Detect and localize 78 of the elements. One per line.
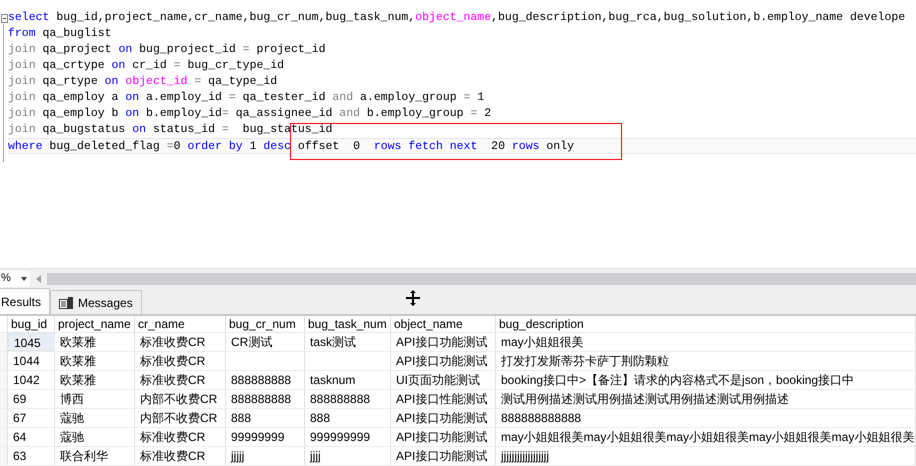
table-cell: 标准收费CR xyxy=(135,352,226,370)
row-header[interactable] xyxy=(0,390,8,408)
column-header[interactable]: bug_description xyxy=(496,316,916,332)
table-cell: 欧莱雅 xyxy=(55,333,135,351)
table-cell: may小姐姐很美may小姐姐很美may小姐姐很美may小姐姐很美may小姐姐很美 xyxy=(496,428,916,446)
message-icon xyxy=(59,296,74,308)
caret-icon xyxy=(21,276,27,280)
table-cell: 1044 xyxy=(8,352,55,370)
results-tab[interactable]: Results xyxy=(0,288,50,314)
table-cell: 99999999 xyxy=(226,428,305,446)
table-cell: API接口功能测试 xyxy=(391,447,496,465)
table-cell: booking接口中>【备注】请求的内容格式不是json，booking接口中 xyxy=(496,371,916,389)
table-cell: 蔻驰 xyxy=(55,409,135,427)
code-line: select bug_id,project_name,cr_name,bug_cr_num,bug_task_num,object_name,bug_description,bug_rca,bug_solution,b.employ_name develope xyxy=(8,10,906,26)
table-cell: 标准收费CR xyxy=(135,371,226,389)
table-cell: CR测试 xyxy=(226,333,305,351)
table-cell: jjjj xyxy=(305,447,391,465)
collapse-icon[interactable] xyxy=(1,14,8,23)
table-cell: API接口功能测试 xyxy=(391,333,496,351)
table-cell: 1042 xyxy=(8,371,55,389)
table-cell: 蔻驰 xyxy=(55,428,135,446)
code-line: join qa_employ b on b.employ_id= qa_assignee_id and b.employ_group = 2 xyxy=(8,106,492,122)
row-header[interactable] xyxy=(0,428,8,446)
table-cell: API接口性能测试 xyxy=(391,390,496,408)
code-line: join qa_employ a on a.employ_id = qa_tester_id and a.employ_group = 1 xyxy=(8,90,486,106)
table-cell: 标准收费CR xyxy=(135,447,226,465)
code-line: join qa_project on bug_project_id = project_id xyxy=(8,42,326,58)
code-line: join qa_rtype on object_id = qa_type_id xyxy=(8,74,278,90)
row-header[interactable] xyxy=(0,333,8,351)
row-header[interactable] xyxy=(0,409,8,427)
column-header[interactable]: cr_name xyxy=(135,316,226,332)
code-line: join qa_crtype on cr_id = bug_cr_type_id xyxy=(8,58,286,74)
column-header[interactable]: bug_cr_num xyxy=(226,316,305,332)
table-cell: 67 xyxy=(8,409,55,427)
table-cell: may小姐姐很美 xyxy=(496,333,916,351)
row-header[interactable] xyxy=(0,447,8,465)
table-cell: jjjjj xyxy=(226,447,305,465)
table-cell: task测试 xyxy=(305,333,391,351)
table-cell: 888 xyxy=(305,409,391,427)
table-cell: 标准收费CR xyxy=(135,333,226,351)
table-cell: API接口功能测试 xyxy=(391,352,496,370)
table-cell: 999999999 xyxy=(305,428,391,446)
table-cell: 888 xyxy=(226,409,305,427)
column-header[interactable]: bug_id xyxy=(8,316,55,332)
table-cell: 联合利华 xyxy=(55,447,135,465)
table-cell: 博西 xyxy=(55,390,135,408)
table-cell: 64 xyxy=(8,428,55,446)
table-cell: 888888888 xyxy=(305,390,391,408)
results-tab[interactable]: Messages xyxy=(50,290,142,314)
scroll-left-icon[interactable] xyxy=(36,274,41,282)
table-cell: 888888888 xyxy=(226,371,305,389)
table-cell: 63 xyxy=(8,447,55,465)
table-cell: UI页面功能测试 xyxy=(391,371,496,389)
zoom-dropdown[interactable]: % xyxy=(0,270,30,286)
horizontal-scrollbar[interactable] xyxy=(47,272,916,284)
column-header[interactable]: project_name xyxy=(55,316,135,332)
table-cell: 标准收费CR xyxy=(135,428,226,446)
table-cell: 打发打发斯蒂芬卡萨丁荆防颗粒 xyxy=(496,352,916,370)
row-header[interactable] xyxy=(0,352,8,370)
table-cell: 内部不收费CR xyxy=(135,409,226,427)
row-header[interactable] xyxy=(0,371,8,389)
table-cell: tasknum xyxy=(305,371,391,389)
column-header[interactable]: object_name xyxy=(391,316,496,332)
table-cell: 888888888888 xyxy=(496,409,916,427)
table-cell: 欧莱雅 xyxy=(55,371,135,389)
column-header[interactable]: bug_task_num xyxy=(305,316,391,332)
table-cell: 内部不收费CR xyxy=(135,390,226,408)
table-cell: 测试用例描述测试用例描述测试用例描述测试用例描述 xyxy=(496,390,916,408)
zoom-value: % xyxy=(1,271,11,286)
table-cell: API接口功能测试 xyxy=(391,428,496,446)
table-cell: 69 xyxy=(8,390,55,408)
table-cell: jjjjjjjjjjjjjjjjjj xyxy=(496,447,916,465)
table-cell: 888888888 xyxy=(226,390,305,408)
table-cell: API接口功能测试 xyxy=(391,409,496,427)
table-cell: 1045 xyxy=(8,333,55,351)
table-cell: 欧莱雅 xyxy=(55,352,135,370)
code-line: from qa_buglist xyxy=(8,26,113,42)
move-cursor-icon xyxy=(406,290,420,306)
